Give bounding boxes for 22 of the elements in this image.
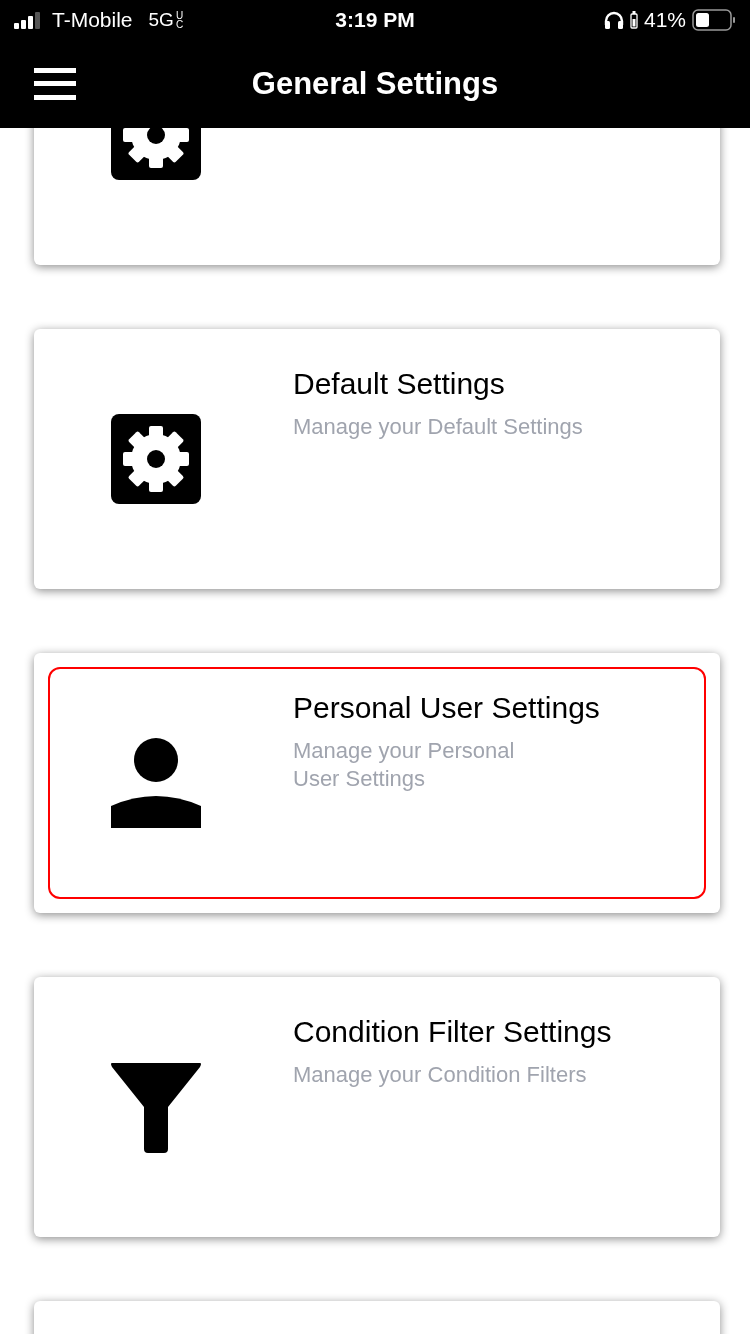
card-subtitle: Manage your Personal User Settings: [293, 737, 515, 793]
settings-card[interactable]: Condition Filter Settings Manage your Condition Filters: [34, 977, 720, 1237]
settings-card[interactable]: Default Settings Manage your Default Settings: [34, 329, 720, 589]
filter-icon: [110, 1061, 202, 1153]
card-title: Default Settings: [293, 367, 505, 401]
small-battery-icon: [630, 11, 638, 29]
battery-icon: [692, 9, 736, 31]
battery-percent: 41%: [644, 8, 686, 32]
person-icon: [111, 738, 201, 828]
gear-icon: [111, 414, 201, 504]
headphones-icon: [604, 11, 624, 29]
settings-card[interactable]: Personal User Settings Manage your Personal User Settings: [34, 653, 720, 913]
card-title: Condition Filter Settings: [293, 1015, 612, 1049]
network-type: 5G: [148, 9, 174, 31]
card-subtitle: Manage your Default Settings: [293, 413, 583, 441]
carrier-name: T-Mobile: [52, 8, 133, 32]
signal-icon: [14, 11, 42, 29]
card-subtitle: Manage your Condition Filters: [293, 1061, 587, 1089]
network-label: UC: [175, 11, 183, 29]
page-title: General Settings: [251, 66, 499, 102]
clock-time: 3:19 PM: [335, 8, 415, 32]
card-title: Personal User Settings: [293, 691, 600, 725]
